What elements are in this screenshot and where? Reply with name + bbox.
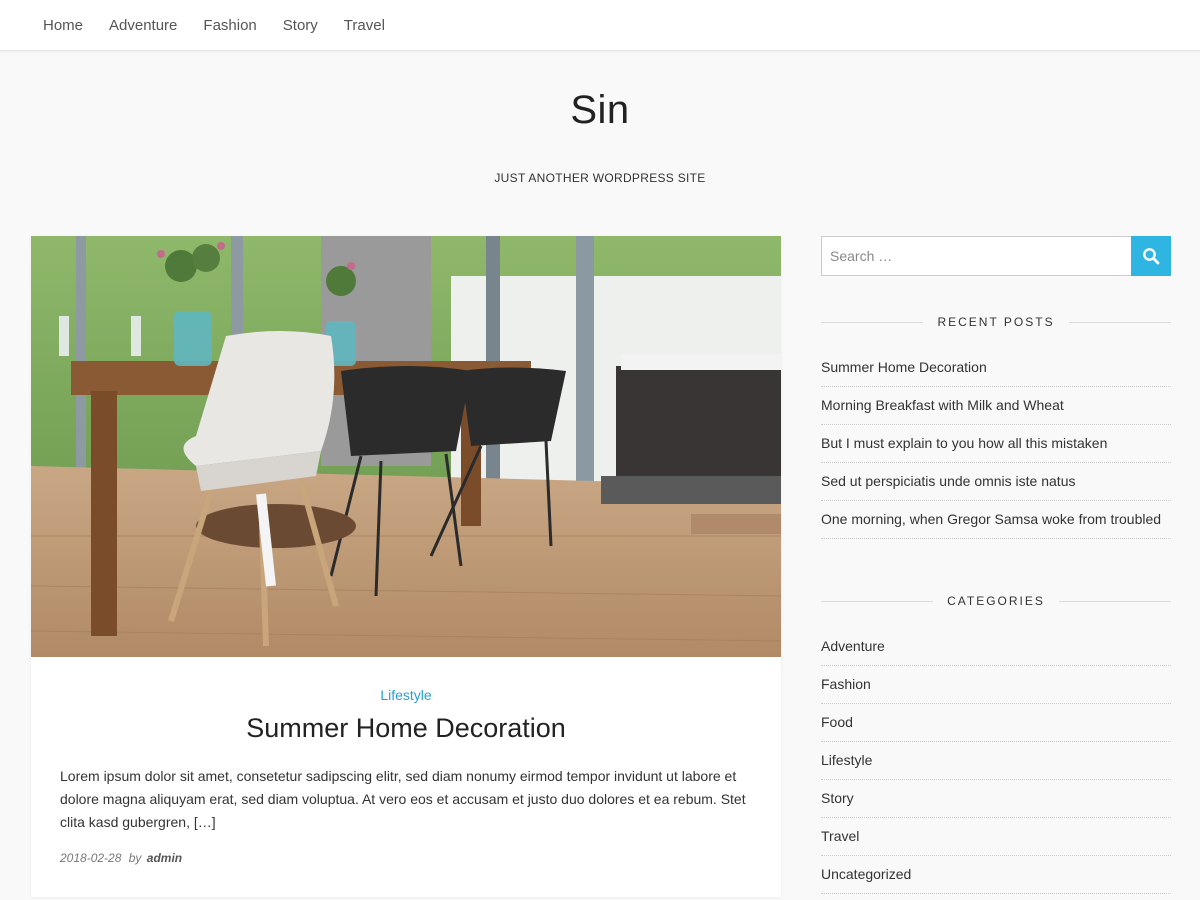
recent-post-link[interactable]: Morning Breakfast with Milk and Wheat [821, 397, 1064, 413]
categories-heading: CATEGORIES [821, 591, 1172, 611]
list-item: Summer Home Decoration [821, 349, 1171, 387]
list-item: Story [821, 780, 1171, 818]
list-item: But I must explain to you how all this m… [821, 425, 1171, 463]
list-item: Travel [821, 818, 1171, 856]
recent-post-link[interactable]: Summer Home Decoration [821, 359, 987, 375]
recent-post-link[interactable]: But I must explain to you how all this m… [821, 435, 1107, 451]
featured-image[interactable] [31, 236, 781, 657]
list-item: Lifestyle [821, 742, 1171, 780]
list-item: Fashion [821, 666, 1171, 704]
heading-divider [1058, 600, 1172, 602]
nav-item-story[interactable]: Story [270, 17, 331, 34]
categories-list: Adventure Fashion Food Lifestyle Story T… [821, 628, 1171, 894]
categories-title: CATEGORIES [947, 594, 1045, 608]
list-item: Morning Breakfast with Milk and Wheat [821, 387, 1171, 425]
category-link[interactable]: Story [821, 790, 854, 806]
heading-divider [821, 321, 924, 323]
category-link[interactable]: Uncategorized [821, 866, 911, 882]
nav-item-home[interactable]: Home [30, 17, 96, 34]
list-item: Adventure [821, 628, 1171, 666]
site-description: JUST ANOTHER WORDPRESS SITE [494, 171, 706, 185]
nav-item-travel[interactable]: Travel [331, 17, 398, 34]
search-input[interactable] [821, 236, 1131, 276]
post-author[interactable]: admin [147, 851, 182, 865]
category-link[interactable]: Adventure [821, 638, 885, 654]
list-item: Uncategorized [821, 856, 1171, 894]
search-form [821, 236, 1171, 276]
post-by-label: by [128, 851, 142, 865]
list-item: One morning, when Gregor Samsa woke from… [821, 501, 1171, 539]
heading-divider [1068, 321, 1172, 323]
top-navigation-bar: Home Adventure Fashion Story Travel [0, 0, 1200, 51]
recent-posts-heading: RECENT POSTS [821, 312, 1172, 332]
site-title[interactable]: Sin [0, 88, 1200, 133]
heading-divider [821, 600, 934, 602]
search-icon [1143, 248, 1160, 265]
post-title[interactable]: Summer Home Decoration [31, 713, 781, 744]
category-link[interactable]: Lifestyle [821, 752, 872, 768]
post-meta: 2018-02-28 by admin [60, 851, 182, 865]
post-excerpt: Lorem ipsum dolor sit amet, consetetur s… [60, 768, 746, 830]
post-card: Lifestyle Summer Home Decoration Lorem i… [31, 236, 781, 897]
recent-posts-title: RECENT POSTS [937, 315, 1055, 329]
recent-post-link[interactable]: One morning, when Gregor Samsa woke from… [821, 511, 1161, 527]
post-category-link[interactable]: Lifestyle [31, 687, 781, 703]
recent-post-link[interactable]: Sed ut perspiciatis unde omnis iste natu… [821, 473, 1075, 489]
category-link[interactable]: Fashion [821, 676, 871, 692]
list-item: Sed ut perspiciatis unde omnis iste natu… [821, 463, 1171, 501]
nav-item-adventure[interactable]: Adventure [96, 17, 190, 34]
dining-room-photo [31, 236, 781, 657]
post-date[interactable]: 2018-02-28 [60, 851, 121, 865]
nav-item-fashion[interactable]: Fashion [190, 17, 269, 34]
primary-menu: Home Adventure Fashion Story Travel [30, 0, 398, 50]
category-link[interactable]: Travel [821, 828, 859, 844]
category-link[interactable]: Food [821, 714, 853, 730]
list-item: Food [821, 704, 1171, 742]
search-button[interactable] [1131, 236, 1171, 276]
recent-posts-list: Summer Home Decoration Morning Breakfast… [821, 349, 1171, 539]
